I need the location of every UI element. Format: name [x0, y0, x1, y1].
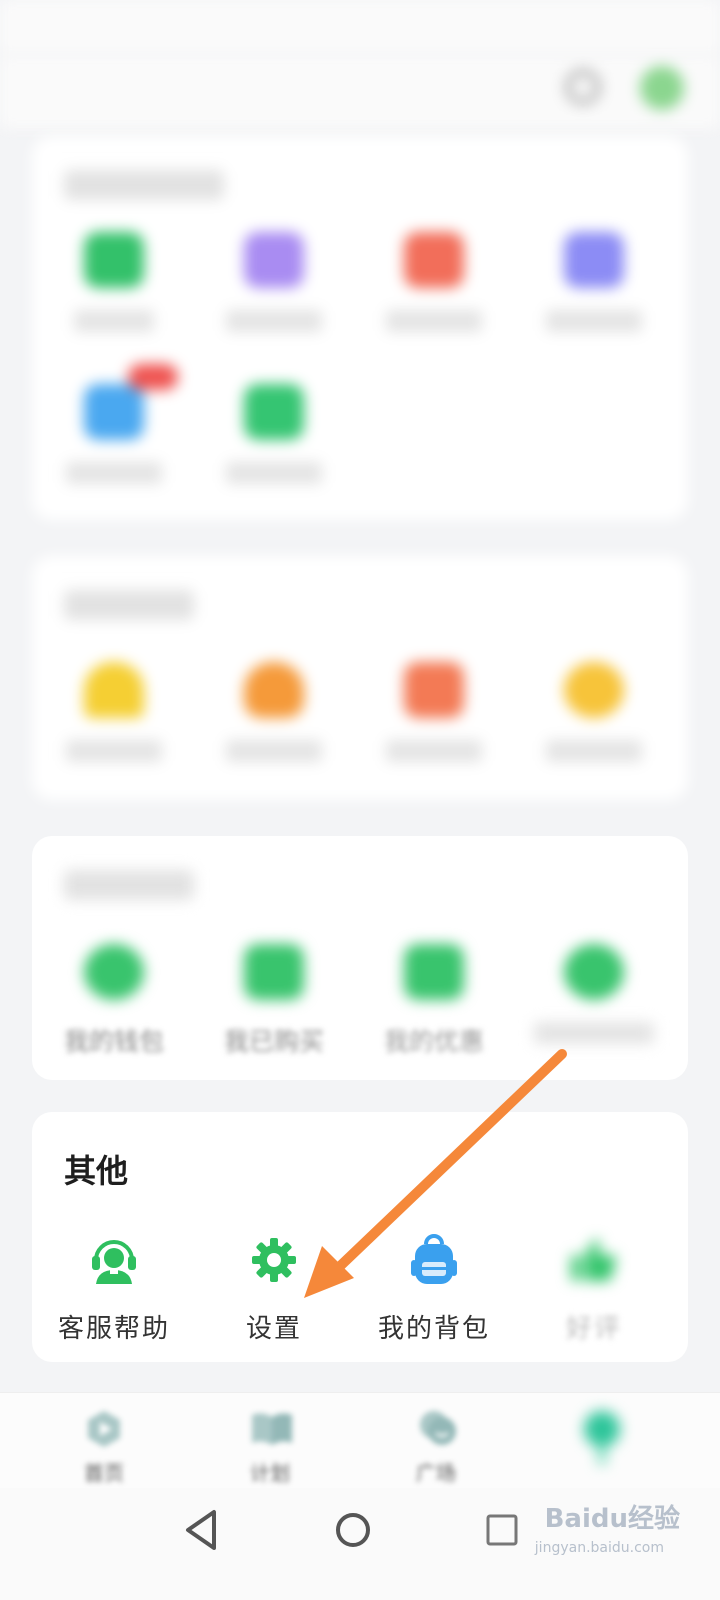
nav-profile[interactable] [542, 1409, 662, 1477]
recents-icon [486, 1514, 518, 1546]
book-icon [250, 1409, 292, 1449]
play-icon [84, 1409, 124, 1449]
bottom-nav: 首页 计划 广场 [0, 1392, 720, 1489]
mascot-icon [580, 1409, 624, 1469]
nav-plan[interactable]: 计划 [210, 1409, 330, 1486]
watermark-url: jingyan.baidu.com [534, 1540, 664, 1556]
annotation-arrow [304, 1049, 567, 1298]
home-icon [336, 1513, 370, 1547]
nav-square[interactable]: 广场 [376, 1409, 496, 1486]
back-icon [186, 1510, 216, 1550]
watermark: Baidu经验 [544, 1504, 680, 1534]
chat-bubble-icon [416, 1409, 456, 1449]
nav-home[interactable]: 首页 [44, 1409, 164, 1486]
